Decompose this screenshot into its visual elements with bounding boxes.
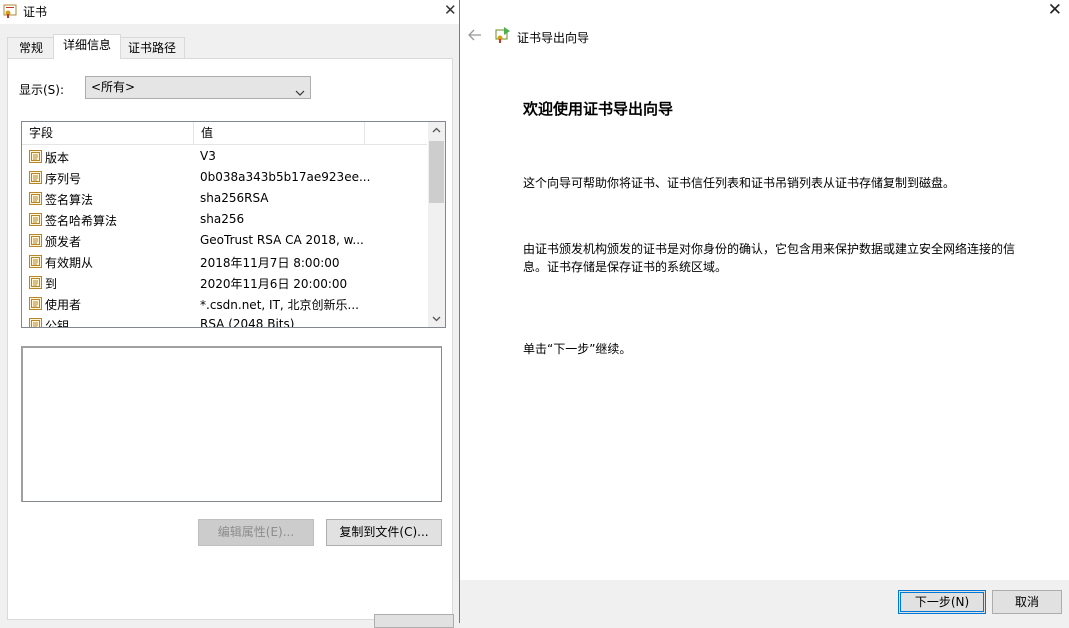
show-label: 显示(S): [19,83,65,97]
close-icon[interactable]: ✕ [444,1,457,19]
field-value: *.csdn.net, IT, 北京创新乐... [200,298,359,312]
field-icon [28,296,43,311]
close-icon[interactable]: ✕ [1048,0,1062,20]
field-icon [28,254,43,269]
field-icon [28,212,43,227]
field-value: RSA (2048 Bits) [200,317,295,328]
column-header-value[interactable]: 值 [194,122,364,144]
scroll-down-icon[interactable] [428,310,445,327]
copy-to-file-button[interactable]: 复制到文件(C)... [326,519,442,546]
list-scrollbar[interactable] [428,122,445,327]
field-icon [28,275,43,290]
table-row[interactable]: 版本 V3 [22,146,427,167]
certificate-wizard-icon [495,26,511,44]
field-name: 序列号 [45,172,82,186]
field-value: 2020年11月6日 20:00:00 [200,277,348,291]
show-select[interactable]: <所有> [85,76,311,99]
list-header: 字段 值 [22,122,427,145]
field-name: 签名算法 [45,193,94,207]
export-wizard: ✕ 证书导出向导 欢迎使用证书导出向导 这个向导可帮助你将证书、证书信任列表和证… [459,0,1069,623]
wizard-paragraph-1: 这个向导可帮助你将证书、证书信任列表和证书吊销列表从证书存储复制到磁盘。 [523,176,956,190]
field-name: 颁发者 [45,235,82,249]
table-row[interactable]: 签名算法 sha256RSA [22,188,427,209]
table-row[interactable]: 序列号 0b038a343b5b17ae923ee... [22,167,427,188]
wizard-heading: 欢迎使用证书导出向导 [523,100,674,118]
field-icon [28,317,43,327]
next-button[interactable]: 下一步(N) [898,590,986,614]
field-name: 到 [45,277,58,291]
wizard-title: 证书导出向导 [517,31,590,45]
certificate-dialog: 证书 ✕ 常规 详细信息 证书路径 显示(S): <所有> 字段 值 版本 V3 [0,0,460,628]
table-row[interactable]: 使用者 *.csdn.net, IT, 北京创新乐... [22,293,427,314]
tab-general[interactable]: 常规 [7,37,55,58]
scroll-thumb[interactable] [429,141,444,203]
tab-details[interactable]: 详细信息 [53,34,121,59]
field-name: 签名哈希算法 [45,214,118,228]
field-icon [28,191,43,206]
back-arrow-icon[interactable] [467,27,483,43]
fields-list[interactable]: 字段 值 版本 V3 序列号 0b038a343b5b17ae923ee... … [21,121,446,328]
field-value: 0b038a343b5b17ae923ee... [200,170,371,184]
wizard-paragraph-3: 单击“下一步”继续。 [523,342,632,356]
field-value: V3 [200,149,216,163]
field-value: sha256RSA [200,191,269,205]
table-row[interactable]: 颁发者 GeoTrust RSA CA 2018, w... [22,230,427,251]
scroll-up-icon[interactable] [428,122,445,139]
field-name: 版本 [45,151,70,165]
chevron-down-icon [295,83,305,96]
tab-cert-path[interactable]: 证书路径 [119,37,185,58]
field-value: GeoTrust RSA CA 2018, w... [200,233,364,247]
field-icon [28,170,43,185]
dialog-titlebar: 证书 ✕ [0,0,460,24]
field-detail-textbox[interactable] [21,346,442,502]
table-row[interactable]: 签名哈希算法 sha256 [22,209,427,230]
column-header-field[interactable]: 字段 [22,122,193,144]
cancel-button[interactable]: 取消 [992,590,1062,614]
table-row[interactable]: 有效期从 2018年11月7日 8:00:00 [22,251,427,272]
rows-container: 版本 V3 序列号 0b038a343b5b17ae923ee... 签名算法 … [22,146,427,328]
field-name: 有效期从 [45,256,94,270]
ok-button[interactable] [374,614,454,628]
field-icon [28,149,43,164]
wizard-paragraph-2: 由证书颁发机构颁发的证书是对你身份的确认，它包含用来保护数据或建立安全网络连接的… [523,242,1016,274]
field-name: 公钥 [45,319,70,328]
field-icon [28,233,43,248]
field-value: 2018年11月7日 8:00:00 [200,256,340,270]
table-row[interactable]: 公钥 RSA (2048 Bits) [22,314,427,328]
show-select-value: <所有> [91,80,136,94]
table-row[interactable]: 到 2020年11月6日 20:00:00 [22,272,427,293]
wizard-footer: 下一步(N) 取消 [460,580,1069,623]
dialog-title: 证书 [23,5,48,19]
field-value: sha256 [200,212,245,226]
certificate-icon [3,4,17,18]
field-name: 使用者 [45,298,82,312]
edit-properties-button[interactable]: 编辑属性(E)... [198,519,314,546]
